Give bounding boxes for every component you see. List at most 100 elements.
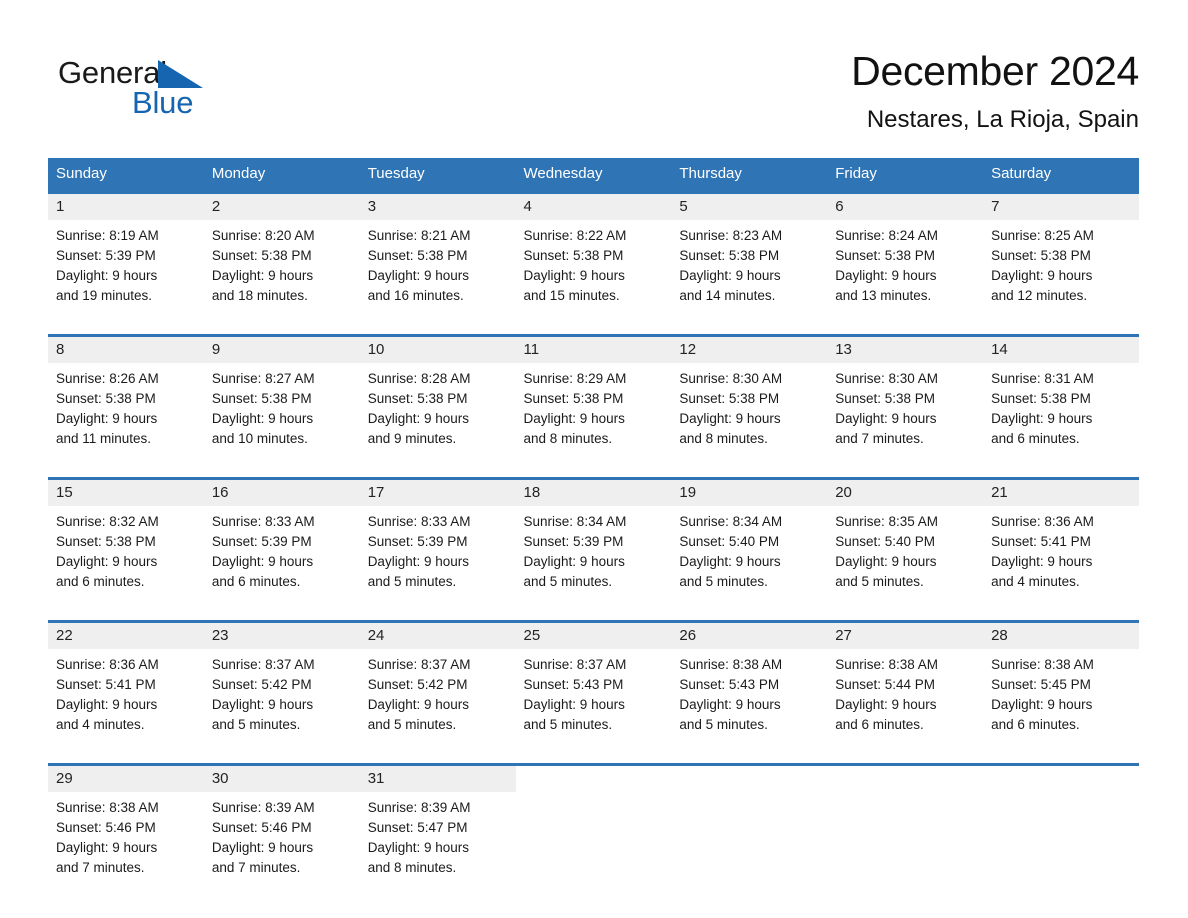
day-cell[interactable]: 6 Sunrise: 8:24 AM Sunset: 5:38 PM Daylight… bbox=[827, 191, 984, 326]
daylight-text-line1: Daylight: 9 hours bbox=[523, 268, 625, 283]
sunrise-text: Sunrise: 8:22 AM bbox=[523, 228, 627, 243]
day-cell-empty bbox=[671, 763, 828, 898]
day-number: 23 bbox=[211, 627, 229, 644]
general-blue-logo: General Blue bbox=[58, 56, 258, 126]
sunrise-text: Sunrise: 8:26 AM bbox=[56, 371, 159, 386]
sunrise-text: Sunrise: 8:24 AM bbox=[835, 228, 939, 243]
day-number: 4 bbox=[523, 198, 532, 215]
sunrise-text: Sunrise: 8:37 AM bbox=[523, 657, 627, 672]
daylight-text-line2: and 9 minutes. bbox=[367, 431, 457, 446]
sunset-text: Sunset: 5:43 PM bbox=[523, 677, 624, 692]
daylight-text-line1: Daylight: 9 hours bbox=[679, 554, 781, 569]
daylight-text-line1: Daylight: 9 hours bbox=[523, 554, 625, 569]
daylight-text-line1: Daylight: 9 hours bbox=[56, 697, 158, 712]
day-cell[interactable]: 14 Sunrise: 8:31 AM Sunset: 5:38 PM Dayligh… bbox=[983, 334, 1139, 469]
day-cell[interactable]: 4 Sunrise: 8:22 AM Sunset: 5:38 PM Daylight… bbox=[515, 191, 672, 326]
sunrise-text: Sunrise: 8:33 AM bbox=[211, 514, 315, 529]
day-cell[interactable]: 26 Sunrise: 8:38 AM Sunset: 5:43 PM Dayligh… bbox=[671, 620, 828, 755]
sunset-text: Sunset: 5:38 PM bbox=[835, 248, 936, 263]
day-cell[interactable]: 31 Sunrise: 8:39 AM Sunset: 5:47 PM Dayligh… bbox=[359, 763, 516, 898]
day-number: 8 bbox=[56, 341, 65, 358]
day-cell[interactable]: 7 Sunrise: 8:25 AM Sunset: 5:38 PM Daylight… bbox=[983, 191, 1139, 326]
day-cell[interactable]: 21 Sunrise: 8:36 AM Sunset: 5:41 PM Dayligh… bbox=[983, 477, 1139, 612]
sunrise-text: Sunrise: 8:38 AM bbox=[56, 800, 159, 815]
sunrise-text: Sunrise: 8:38 AM bbox=[991, 657, 1094, 672]
sunrise-text: Sunrise: 8:38 AM bbox=[679, 657, 783, 672]
day-cell[interactable]: 8 Sunrise: 8:26 AM Sunset: 5:38 PM Daylight… bbox=[48, 334, 204, 469]
day-cell[interactable]: 27 Sunrise: 8:38 AM Sunset: 5:44 PM Dayligh… bbox=[827, 620, 984, 755]
daylight-text-line2: and 7 minutes. bbox=[835, 431, 924, 446]
sunset-text: Sunset: 5:47 PM bbox=[367, 820, 468, 835]
sunset-text: Sunset: 5:38 PM bbox=[991, 248, 1091, 263]
day-cell[interactable]: 2 Sunrise: 8:20 AM Sunset: 5:38 PM Daylight… bbox=[203, 191, 360, 326]
day-cell[interactable]: 25 Sunrise: 8:37 AM Sunset: 5:43 PM Dayligh… bbox=[515, 620, 672, 755]
sunrise-text: Sunrise: 8:33 AM bbox=[367, 514, 471, 529]
calendar-table: Sunday Monday Tuesday Wednesday Thursday… bbox=[48, 158, 1139, 898]
daylight-text-line1: Daylight: 9 hours bbox=[367, 554, 469, 569]
weekday-header-monday: Monday bbox=[203, 158, 360, 193]
day-number: 18 bbox=[523, 484, 541, 501]
day-cell[interactable]: 19 Sunrise: 8:34 AM Sunset: 5:40 PM Dayligh… bbox=[671, 477, 828, 612]
sunset-text: Sunset: 5:43 PM bbox=[679, 677, 780, 692]
day-number: 28 bbox=[991, 627, 1008, 644]
location-subtitle: Nestares, La Rioja, Spain bbox=[866, 106, 1139, 133]
sunrise-text: Sunrise: 8:34 AM bbox=[679, 514, 783, 529]
daylight-text-line2: and 18 minutes. bbox=[211, 288, 308, 303]
daylight-text-line1: Daylight: 9 hours bbox=[991, 554, 1093, 569]
day-number: 21 bbox=[991, 484, 1008, 501]
daylight-text-line2: and 6 minutes. bbox=[991, 717, 1080, 732]
day-cell[interactable]: 3 Sunrise: 8:21 AM Sunset: 5:38 PM Daylight… bbox=[359, 191, 516, 326]
day-cell[interactable]: 29 Sunrise: 8:38 AM Sunset: 5:46 PM Dayligh… bbox=[48, 763, 204, 898]
weekday-header-thursday: Thursday bbox=[671, 158, 828, 193]
day-cell[interactable]: 18 Sunrise: 8:34 AM Sunset: 5:39 PM Dayligh… bbox=[515, 477, 672, 612]
sunrise-text: Sunrise: 8:39 AM bbox=[367, 800, 471, 815]
day-cell[interactable]: 10 Sunrise: 8:28 AM Sunset: 5:38 PM Dayligh… bbox=[359, 334, 516, 469]
daylight-text-line1: Daylight: 9 hours bbox=[367, 411, 469, 426]
sunrise-text: Sunrise: 8:28 AM bbox=[367, 371, 471, 386]
daylight-text-line2: and 13 minutes. bbox=[835, 288, 932, 303]
day-number: 29 bbox=[56, 770, 73, 787]
row-spacer bbox=[48, 755, 1139, 765]
day-cell[interactable]: 20 Sunrise: 8:35 AM Sunset: 5:40 PM Dayligh… bbox=[827, 477, 984, 612]
daylight-text-line1: Daylight: 9 hours bbox=[211, 268, 314, 283]
day-cell[interactable]: 22 Sunrise: 8:36 AM Sunset: 5:41 PM Dayligh… bbox=[48, 620, 204, 755]
day-cell[interactable]: 30 Sunrise: 8:39 AM Sunset: 5:46 PM Dayligh… bbox=[203, 763, 360, 898]
sunset-text: Sunset: 5:46 PM bbox=[56, 820, 156, 835]
sunset-text: Sunset: 5:38 PM bbox=[835, 391, 936, 406]
weekday-header-saturday: Saturday bbox=[983, 158, 1139, 193]
day-cell[interactable]: 28 Sunrise: 8:38 AM Sunset: 5:45 PM Dayligh… bbox=[983, 620, 1139, 755]
day-cell[interactable]: 1 Sunrise: 8:19 AM Sunset: 5:39 PM Daylight… bbox=[48, 191, 204, 326]
day-cell[interactable]: 11 Sunrise: 8:29 AM Sunset: 5:38 PM Dayligh… bbox=[515, 334, 672, 469]
daylight-text-line1: Daylight: 9 hours bbox=[56, 554, 158, 569]
sunset-text: Sunset: 5:38 PM bbox=[211, 391, 312, 406]
day-cell[interactable]: 12 Sunrise: 8:30 AM Sunset: 5:38 PM Dayligh… bbox=[671, 334, 828, 469]
day-number: 17 bbox=[367, 484, 385, 501]
day-number: 11 bbox=[523, 341, 540, 358]
sunrise-text: Sunrise: 8:32 AM bbox=[56, 514, 159, 529]
day-cell[interactable]: 16 Sunrise: 8:33 AM Sunset: 5:39 PM Dayligh… bbox=[203, 477, 360, 612]
daylight-text-line1: Daylight: 9 hours bbox=[835, 411, 937, 426]
sunset-text: Sunset: 5:41 PM bbox=[56, 677, 156, 692]
daylight-text-line1: Daylight: 9 hours bbox=[991, 697, 1093, 712]
day-cell[interactable]: 23 Sunrise: 8:37 AM Sunset: 5:42 PM Dayligh… bbox=[203, 620, 360, 755]
week-row: 15 Sunrise: 8:32 AM Sunset: 5:38 PM Dayligh… bbox=[48, 477, 1139, 612]
day-cell[interactable]: 9 Sunrise: 8:27 AM Sunset: 5:38 PM Daylight… bbox=[203, 334, 360, 469]
day-cell[interactable]: 5 Sunrise: 8:23 AM Sunset: 5:38 PM Daylight… bbox=[671, 191, 828, 326]
day-cell[interactable]: 13 Sunrise: 8:30 AM Sunset: 5:38 PM Dayligh… bbox=[827, 334, 984, 469]
sunset-text: Sunset: 5:38 PM bbox=[367, 248, 468, 263]
daylight-text-line1: Daylight: 9 hours bbox=[367, 840, 469, 855]
sunrise-text: Sunrise: 8:37 AM bbox=[211, 657, 315, 672]
sunset-text: Sunset: 5:39 PM bbox=[523, 534, 624, 549]
daylight-text-line2: and 15 minutes. bbox=[523, 288, 620, 303]
sunrise-text: Sunrise: 8:30 AM bbox=[679, 371, 783, 386]
sunset-text: Sunset: 5:38 PM bbox=[991, 391, 1091, 406]
weekday-header-tuesday: Tuesday bbox=[359, 158, 516, 193]
daylight-text-line2: and 5 minutes. bbox=[367, 574, 457, 589]
day-cell[interactable]: 17 Sunrise: 8:33 AM Sunset: 5:39 PM Dayligh… bbox=[359, 477, 516, 612]
day-cell[interactable]: 15 Sunrise: 8:32 AM Sunset: 5:38 PM Dayligh… bbox=[48, 477, 204, 612]
daylight-text-line1: Daylight: 9 hours bbox=[523, 697, 625, 712]
daylight-text-line2: and 7 minutes. bbox=[56, 860, 145, 875]
day-cell[interactable]: 24 Sunrise: 8:37 AM Sunset: 5:42 PM Dayligh… bbox=[359, 620, 516, 755]
daylight-text-line1: Daylight: 9 hours bbox=[835, 697, 937, 712]
sunrise-text: Sunrise: 8:25 AM bbox=[991, 228, 1094, 243]
